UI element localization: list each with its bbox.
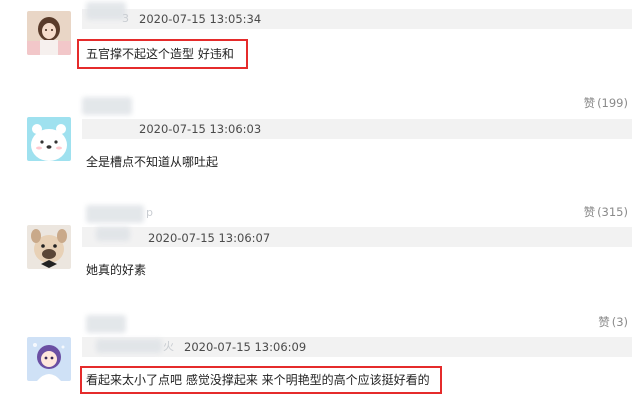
like-button[interactable]: 赞 (199) [584,95,628,111]
username-blurred[interactable] [86,2,126,20]
like-label: 赞 [598,315,610,329]
comment-timestamp: 2020-07-15 13:06:03 [139,122,262,136]
username-blurred[interactable] [86,315,126,333]
avatar[interactable] [27,225,71,269]
comment-timestamp: 2020-07-15 13:05:34 [139,12,262,26]
comment-text: 全是槽点不知道从哪吐起 [86,155,219,169]
username-blurred [96,227,130,241]
username-fragment: 3 [122,12,129,25]
comment-timestamp: 2020-07-15 13:06:07 [148,231,271,245]
avatar[interactable] [27,11,71,55]
like-count: (3) [611,315,628,329]
avatar[interactable] [27,337,71,381]
username-fragment: 火 [163,340,174,353]
username-blurred[interactable] [82,97,132,115]
like-button[interactable]: 赞 (3) [598,314,628,330]
username-blurred [96,339,162,353]
username-blurred[interactable] [86,205,144,223]
comment-text: 五官撑不起这个造型 好违和 [86,47,234,61]
comment-text: 她真的好素 [86,263,147,277]
like-label: 赞 [583,205,596,219]
comment-text: 看起来太小了点吧 感觉没撑起来 来个明艳型的高个应该挺好看的 [86,373,430,387]
like-label: 赞 [583,96,596,110]
like-count: (315) [597,205,628,219]
like-count: (199) [597,96,628,110]
like-button[interactable]: 赞 (315) [584,204,628,220]
avatar[interactable] [27,117,71,161]
comment-timestamp: 2020-07-15 13:06:09 [184,340,307,354]
username-fragment: p [146,206,153,219]
